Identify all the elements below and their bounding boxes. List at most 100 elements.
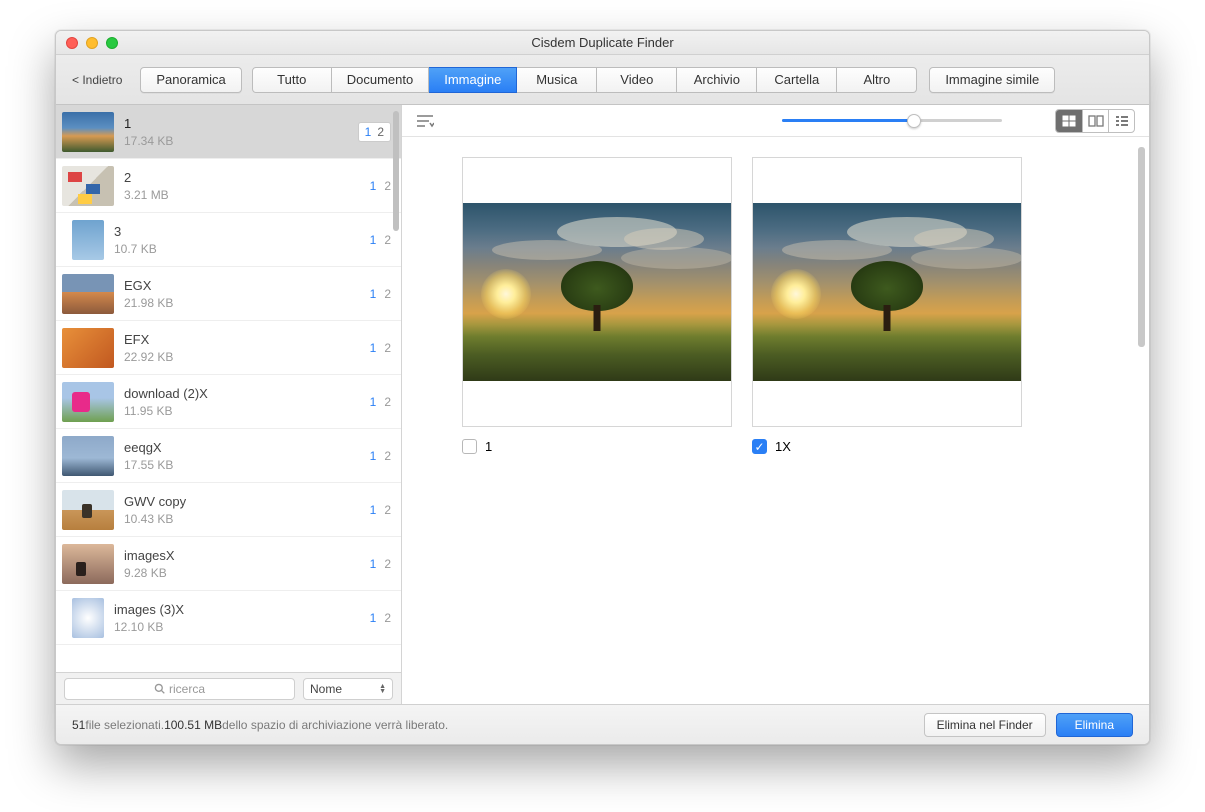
zoom-handle[interactable] — [907, 114, 921, 128]
thumbnail — [62, 274, 114, 314]
group-name: EFX — [124, 332, 370, 347]
group-size: 21.98 KB — [124, 296, 370, 310]
row-text: download (2)X11.95 KB — [124, 386, 370, 418]
freeable-size: 100.51 MB — [164, 718, 222, 732]
group-size: 17.55 KB — [124, 458, 370, 472]
sidebar: 117.34 KB1223.21 MB12310.7 KB12EGX21.98 … — [56, 105, 402, 704]
preview-label-row: 1 — [462, 439, 732, 454]
row-text: 2 3.21 MB — [124, 170, 370, 202]
tab-video[interactable]: Video — [597, 67, 677, 93]
zoom-slider[interactable] — [782, 119, 1002, 122]
tab-documento[interactable]: Documento — [332, 67, 429, 93]
window-title: Cisdem Duplicate Finder — [56, 35, 1149, 50]
thumbnail — [62, 436, 114, 476]
duplicate-groups-list[interactable]: 117.34 KB1223.21 MB12310.7 KB12EGX21.98 … — [56, 105, 401, 672]
total-in-group: 2 — [384, 395, 391, 409]
list-item[interactable]: EFX22.92 KB12 — [56, 321, 401, 375]
select-checkbox[interactable] — [462, 439, 477, 454]
delete-button[interactable]: Elimina — [1056, 713, 1133, 737]
selected-text: file selezionati. — [85, 718, 164, 732]
sort-menu-icon[interactable] — [416, 114, 434, 128]
total-in-group: 2 — [384, 611, 391, 625]
preview-label-row: ✓ 1X — [752, 439, 1022, 454]
group-size: 9.28 KB — [124, 566, 370, 580]
total-in-group: 2 — [377, 125, 384, 139]
total-in-group: 2 — [384, 503, 391, 517]
group-size: 10.7 KB — [114, 242, 370, 256]
selection-counts: 12 — [370, 179, 391, 193]
list-item[interactable]: images (3)X12.10 KB12 — [56, 591, 401, 645]
tab-archivio[interactable]: Archivio — [677, 67, 757, 93]
preview-toolbar — [402, 105, 1149, 137]
selected-in-group: 1 — [370, 611, 377, 625]
sidebar-searchbar: ricerca Nome ▲▼ — [56, 672, 401, 704]
selected-in-group: 1 — [370, 341, 377, 355]
preview-image — [463, 203, 731, 381]
thumbnail — [62, 490, 114, 530]
search-input[interactable]: ricerca — [64, 678, 295, 700]
list-item[interactable]: eeqgX17.55 KB12 — [56, 429, 401, 483]
sort-select[interactable]: Nome ▲▼ — [303, 678, 393, 700]
tab-musica[interactable]: Musica — [517, 67, 597, 93]
preview-card[interactable]: 1 — [462, 157, 732, 454]
list-item[interactable]: 117.34 KB12 — [56, 105, 401, 159]
total-in-group: 2 — [384, 233, 391, 247]
tab-immagine[interactable]: Immagine — [429, 67, 517, 93]
selection-counts: 12 — [358, 122, 391, 142]
selection-counts: 12 — [370, 395, 391, 409]
row-text: 310.7 KB — [114, 224, 370, 256]
selection-counts: 12 — [370, 233, 391, 247]
list-item[interactable]: imagesX9.28 KB12 — [56, 537, 401, 591]
thumbnail — [62, 112, 114, 152]
row-text: 117.34 KB — [124, 116, 358, 148]
tab-cartella[interactable]: Cartella — [757, 67, 837, 93]
preview-frame — [462, 157, 732, 427]
view-list-icon[interactable] — [1108, 110, 1134, 132]
search-placeholder: ricerca — [169, 682, 205, 696]
view-compare-icon[interactable] — [1082, 110, 1108, 132]
list-item[interactable]: EGX21.98 KB12 — [56, 267, 401, 321]
app-window: Cisdem Duplicate Finder < Indietro Panor… — [55, 30, 1150, 745]
overview-button[interactable]: Panoramica — [140, 67, 241, 93]
group-name: 2 — [124, 170, 370, 185]
row-text: EFX22.92 KB — [124, 332, 370, 364]
selected-in-group: 1 — [370, 179, 377, 193]
selected-in-group: 1 — [370, 395, 377, 409]
row-text: GWV copy10.43 KB — [124, 494, 370, 526]
preview-body: 1 ✓ 1X — [402, 137, 1149, 704]
list-item[interactable]: download (2)X11.95 KB12 — [56, 375, 401, 429]
selected-count: 51 — [72, 718, 85, 732]
select-checkbox[interactable]: ✓ — [752, 439, 767, 454]
selection-counts: 12 — [370, 341, 391, 355]
preview-pane: 1 ✓ 1X — [402, 105, 1149, 704]
preview-scrollbar[interactable] — [1138, 147, 1145, 347]
tab-tutto[interactable]: Tutto — [252, 67, 332, 93]
similar-image-button[interactable]: Immagine simile — [929, 67, 1055, 93]
group-size: 11.95 KB — [124, 404, 370, 418]
view-grid-icon[interactable] — [1056, 110, 1082, 132]
thumbnail — [72, 220, 104, 260]
preview-filename: 1X — [775, 439, 791, 454]
thumbnail — [62, 544, 114, 584]
tab-altro[interactable]: Altro — [837, 67, 917, 93]
group-size: 3.21 MB — [124, 188, 370, 202]
total-in-group: 2 — [384, 449, 391, 463]
selection-counts: 12 — [370, 557, 391, 571]
selection-counts: 12 — [370, 611, 391, 625]
preview-card[interactable]: ✓ 1X — [752, 157, 1022, 454]
freed-text: dello spazio di archiviazione verrà libe… — [222, 718, 448, 732]
list-item[interactable]: GWV copy10.43 KB12 — [56, 483, 401, 537]
preview-image — [753, 203, 1021, 381]
list-item[interactable]: 2 3.21 MB12 — [56, 159, 401, 213]
category-tabs: Tutto Documento Immagine Musica Video Ar… — [252, 67, 918, 93]
preview-frame — [752, 157, 1022, 427]
group-size: 10.43 KB — [124, 512, 370, 526]
back-button[interactable]: < Indietro — [72, 73, 122, 87]
sidebar-scrollbar[interactable] — [393, 111, 399, 231]
list-item[interactable]: 310.7 KB12 — [56, 213, 401, 267]
row-text: EGX21.98 KB — [124, 278, 370, 310]
selected-in-group: 1 — [370, 449, 377, 463]
selected-in-group: 1 — [370, 233, 377, 247]
selected-in-group: 1 — [365, 125, 372, 139]
delete-in-finder-button[interactable]: Elimina nel Finder — [924, 713, 1046, 737]
